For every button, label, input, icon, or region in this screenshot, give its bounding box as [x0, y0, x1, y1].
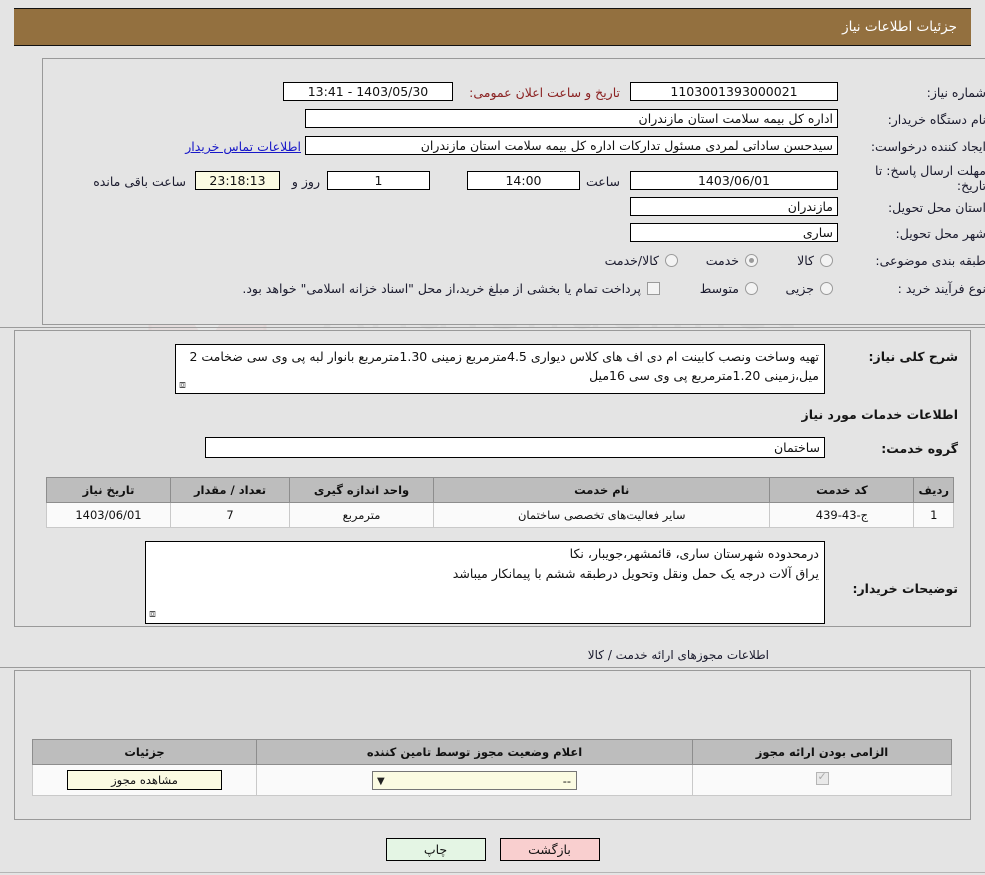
divider-2 — [0, 667, 985, 668]
permits-table: الزامی بودن ارائه مجوز اعلام وضعیت مجوز … — [32, 739, 952, 796]
services-table-header-row: ردیف کد خدمت نام خدمت واحد اندازه گیری ت… — [46, 477, 954, 503]
description-resize-grip[interactable]: ⧈ — [179, 378, 186, 392]
col-permit-details: جزئیات — [32, 739, 257, 765]
col-name: نام خدمت — [432, 477, 771, 503]
permits-section-title: اطلاعات مجوزهای ارائه خدمت / کالا — [587, 648, 769, 662]
treasury-bond-text: پرداخت تمام یا بخشی از مبلغ خرید،از محل … — [242, 281, 641, 296]
deadline-date-value: 1403/06/01 — [630, 171, 838, 190]
page-title: جزئیات اطلاعات نیاز — [842, 19, 957, 35]
page-title-bar: جزئیات اطلاعات نیاز — [14, 8, 971, 46]
hour-label: ساعت — [585, 174, 620, 189]
deadline-time-value: 14:00 — [467, 171, 580, 190]
buyer-contact-link[interactable]: اطلاعات تماس خریدار — [185, 139, 301, 154]
public-announce-label: تاریخ و ساعت اعلان عمومی: — [469, 85, 620, 100]
public-announce-value: 1403/05/30 - 13:41 — [283, 82, 453, 101]
back-button[interactable]: بازگشت — [499, 838, 600, 861]
page-root: AriaTender.net جزئیات اطلاعات نیاز شماره… — [0, 0, 985, 875]
province-value: مازندران — [630, 197, 838, 216]
table-row: ▼ -- مشاهده مجوز — [32, 764, 952, 796]
description-label: شرح کلی نیاز: — [868, 349, 958, 364]
chevron-down-icon: ▼ — [377, 775, 385, 787]
radio-category-khedmat[interactable] — [745, 254, 758, 267]
creator-value: سیدحسن ساداتی لمردی مسئول تدارکات اداره … — [305, 136, 838, 155]
creator-label: ایجاد کننده درخواست: — [870, 139, 985, 154]
divider-1 — [0, 327, 985, 328]
print-button[interactable]: چاپ — [385, 838, 486, 861]
services-panel: شرح کلی نیاز: تهیه وساخت ونصب کابینت ام … — [14, 330, 971, 627]
deadline-label: مهلت ارسال پاسخ: تا تاریخ: — [875, 163, 985, 193]
treasury-bond-checkbox[interactable] — [647, 282, 660, 295]
buyer-org-value: اداره کل بیمه سلامت استان مازندران — [305, 109, 838, 128]
permit-required-checkbox — [815, 770, 829, 785]
services-section-title: اطلاعات خدمات مورد نیاز — [801, 407, 959, 422]
col-date: تاریخ نیاز — [46, 477, 171, 503]
radio-category-kala[interactable] — [820, 254, 833, 267]
service-group-label: گروه خدمت: — [881, 441, 958, 456]
footer-divider — [0, 872, 985, 873]
radio-process-jozi[interactable] — [820, 282, 833, 295]
footer-button-row: بازگشت چاپ — [0, 838, 985, 861]
countdown-value: 23:18:13 — [195, 171, 280, 190]
countdown-label: ساعت باقی مانده — [93, 174, 186, 189]
need-number-label: شماره نیاز: — [926, 85, 985, 100]
description-textarea[interactable]: تهیه وساخت ونصب کابینت ام دی اف های کلاس… — [175, 344, 825, 394]
process-type-label: نوع فرآیند خرید : — [897, 281, 985, 296]
services-table: ردیف کد خدمت نام خدمت واحد اندازه گیری ت… — [46, 477, 954, 528]
province-label: استان محل تحویل: — [887, 200, 985, 215]
radio-category-kala-label: کالا — [797, 253, 814, 268]
need-number-value: 1103001393000021 — [630, 82, 838, 101]
radio-process-jozi-label: جزیی — [785, 281, 814, 296]
permits-panel: الزامی بودن ارائه مجوز اعلام وضعیت مجوز … — [14, 670, 971, 820]
cell-name: سایر فعالیت‌های تخصصی ساختمان — [432, 502, 771, 528]
buyer-notes-textarea[interactable]: درمحدوده شهرستان ساری، قائمشهر،جویبار، ن… — [145, 541, 825, 624]
buyer-org-label: نام دستگاه خریدار: — [887, 112, 985, 127]
permit-status-value: -- — [562, 773, 571, 788]
category-label: طبقه بندی موضوعی: — [875, 253, 985, 268]
service-group-value: ساختمان — [205, 437, 825, 458]
city-value: ساری — [630, 223, 838, 242]
radio-category-kala-khedmat-label: کالا/خدمت — [604, 253, 659, 268]
permits-table-header-row: الزامی بودن ارائه مجوز اعلام وضعیت مجوز … — [32, 739, 952, 765]
days-label: روز و — [291, 174, 320, 189]
radio-category-khedmat-label: خدمت — [705, 253, 739, 268]
cell-permit-details: مشاهده مجوز — [32, 764, 257, 796]
col-code: کد خدمت — [769, 477, 915, 503]
col-unit: واحد اندازه گیری — [289, 477, 434, 503]
cell-date: 1403/06/01 — [46, 502, 171, 528]
permit-status-select[interactable]: ▼ -- — [372, 770, 577, 790]
radio-category-kala-khedmat[interactable] — [665, 254, 678, 267]
view-permit-button[interactable]: مشاهده مجوز — [67, 770, 222, 790]
cell-permit-status: ▼ -- — [256, 764, 693, 796]
remaining-days-value: 1 — [327, 171, 430, 190]
cell-permit-required — [692, 764, 952, 796]
radio-process-motevaset-label: متوسط — [699, 281, 739, 296]
cell-unit: مترمربع — [289, 502, 434, 528]
col-radif: ردیف — [913, 477, 954, 503]
buyer-notes-resize-grip[interactable]: ⧈ — [149, 607, 156, 621]
table-row: 1 ج-43-439 سایر فعالیت‌های تخصصی ساختمان… — [46, 502, 954, 528]
cell-radif: 1 — [913, 502, 954, 528]
buyer-notes-label: توضیحات خریدار: — [852, 581, 958, 596]
cell-qty: 7 — [170, 502, 290, 528]
radio-process-motevaset[interactable] — [745, 282, 758, 295]
col-permit-required: الزامی بودن ارائه مجوز — [692, 739, 952, 765]
need-info-panel: شماره نیاز: 1103001393000021 تاریخ و ساع… — [42, 58, 985, 325]
col-permit-status: اعلام وضعیت مجوز توسط تامین کننده — [256, 739, 693, 765]
city-label: شهر محل تحویل: — [895, 226, 985, 241]
col-qty: تعداد / مقدار — [170, 477, 290, 503]
cell-code: ج-43-439 — [769, 502, 915, 528]
